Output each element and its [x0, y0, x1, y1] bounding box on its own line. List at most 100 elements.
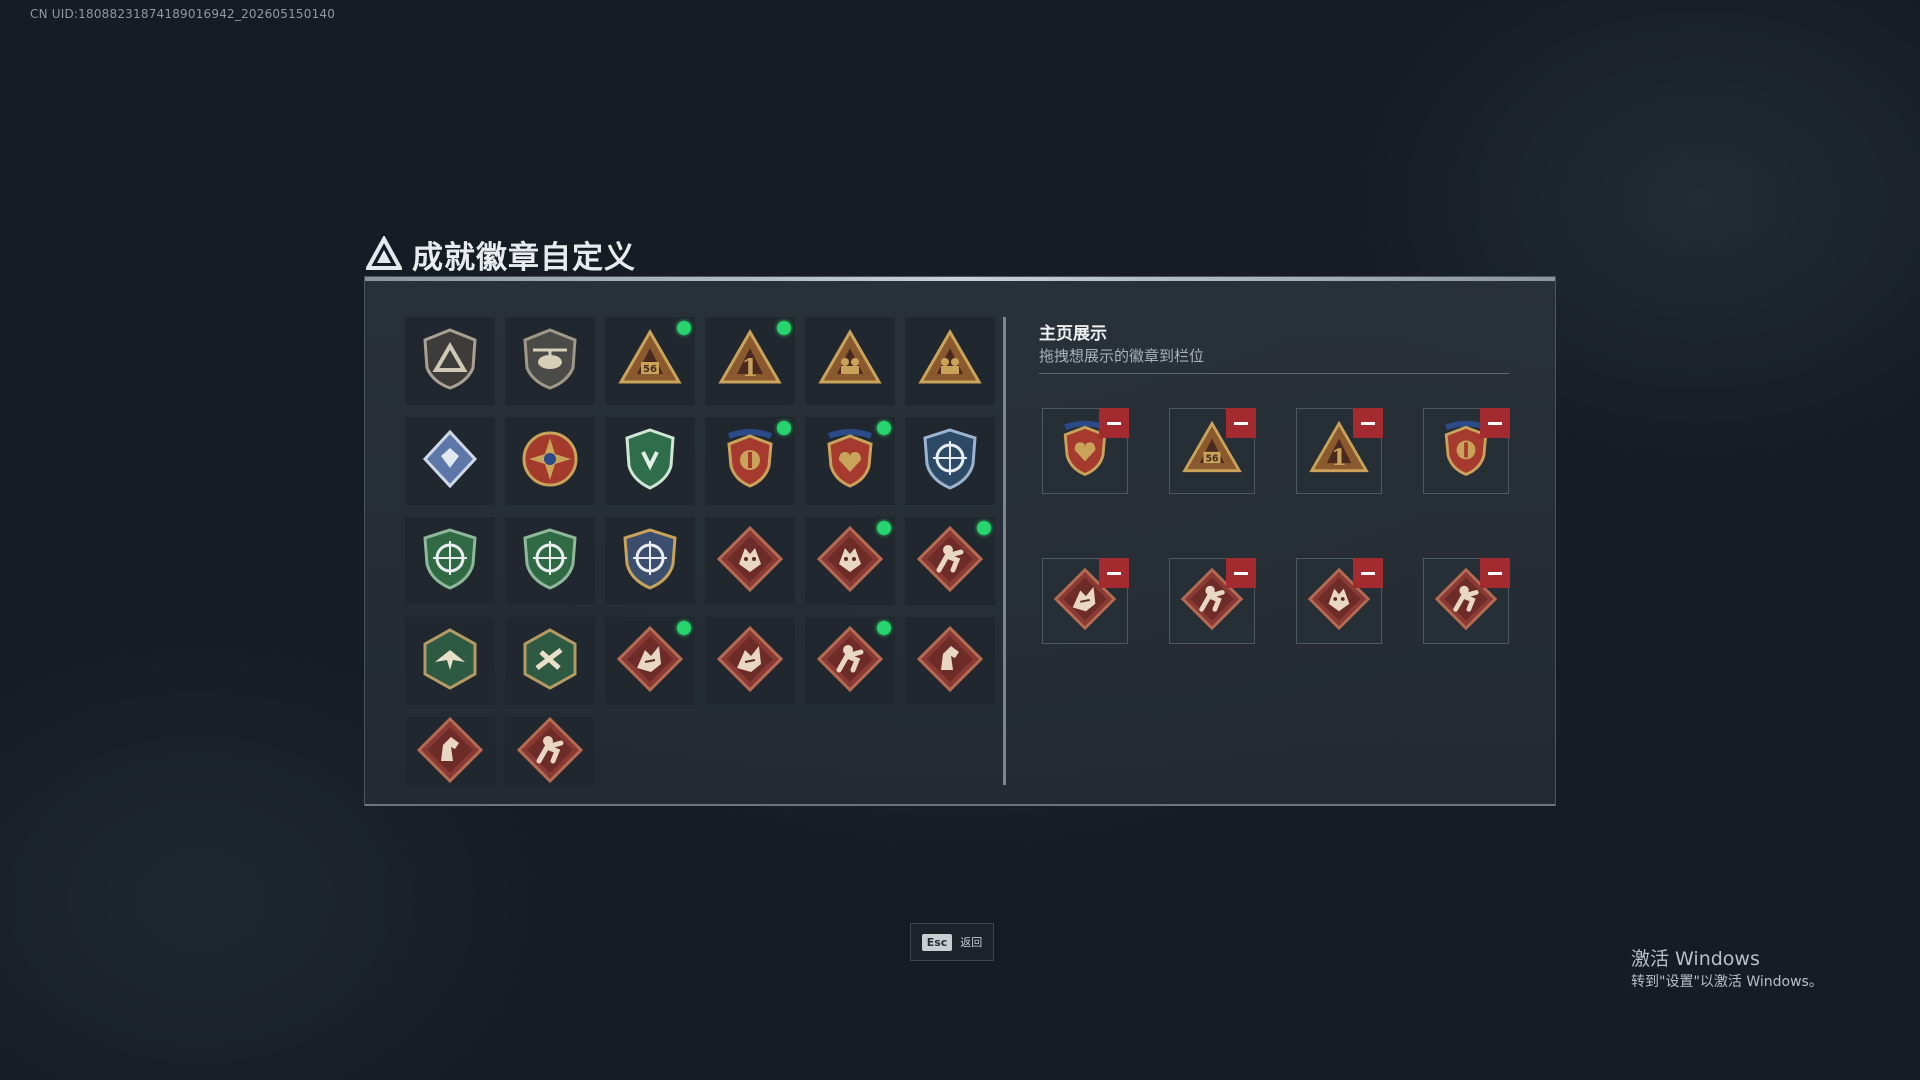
showcase-slot[interactable]: 56	[1169, 408, 1256, 494]
new-indicator-dot	[877, 521, 891, 535]
badge-tile[interactable]	[805, 617, 895, 705]
remove-badge-button[interactable]	[1099, 408, 1129, 438]
page-title: 成就徽章自定义	[412, 239, 636, 276]
triangle-56-icon: 56	[615, 324, 685, 398]
red-shield-medal-icon	[715, 424, 785, 498]
badge-tile[interactable]	[405, 317, 495, 405]
remove-badge-button[interactable]	[1353, 408, 1383, 438]
shield-triangle-icon	[415, 324, 485, 398]
page-header: 成就徽章自定义	[366, 232, 636, 276]
diamond-runner-icon	[915, 524, 985, 598]
diamond-runner-2-icon	[815, 624, 885, 698]
badge-tile[interactable]	[905, 517, 995, 605]
blue-diamond-icon	[415, 424, 485, 498]
windows-activation-title: 激活 Windows	[1631, 948, 1760, 970]
badge-tile[interactable]	[605, 617, 695, 705]
svg-text:56: 56	[1205, 453, 1219, 464]
showcase-slot[interactable]: 1	[1296, 408, 1383, 494]
minus-icon	[1107, 421, 1121, 425]
triangle-1-icon: 1	[715, 324, 785, 398]
back-button[interactable]: Esc 返回	[910, 923, 994, 961]
helicopter-shield-icon	[515, 324, 585, 398]
badge-tile[interactable]: 1	[705, 317, 795, 405]
showcase-slot[interactable]	[1042, 558, 1129, 644]
diamond-horse-icon	[915, 624, 985, 698]
green-shield-icon	[615, 424, 685, 498]
badge-tile[interactable]	[905, 417, 995, 505]
badge-tile[interactable]	[705, 417, 795, 505]
badge-tile[interactable]	[805, 417, 895, 505]
hex-eagle-icon	[415, 624, 485, 698]
showcase-slot[interactable]	[1169, 558, 1256, 644]
badge-tile[interactable]	[705, 517, 795, 605]
blue-crosshair-shield-icon	[915, 424, 985, 498]
minus-icon	[1107, 571, 1121, 575]
badge-tile[interactable]	[405, 716, 495, 787]
new-indicator-dot	[977, 521, 991, 535]
badge-tile[interactable]	[905, 617, 995, 705]
svg-text:1: 1	[1331, 445, 1347, 471]
remove-badge-button[interactable]	[1353, 558, 1383, 588]
remove-badge-button[interactable]	[1099, 558, 1129, 588]
diamond-tiger-icon	[815, 524, 885, 598]
showcase-slot[interactable]	[1042, 408, 1129, 494]
showcase-slot[interactable]	[1296, 558, 1383, 644]
red-shield-heart-icon	[815, 424, 885, 498]
star-compass-icon	[515, 424, 585, 498]
badge-tile[interactable]	[605, 517, 695, 605]
remove-badge-button[interactable]	[1226, 408, 1256, 438]
new-indicator-dot	[677, 321, 691, 335]
windows-activation-hint: 转到"设置"以激活 Windows。	[1631, 974, 1823, 990]
minus-icon	[1234, 571, 1248, 575]
badge-tile[interactable]	[605, 417, 695, 505]
remove-badge-button[interactable]	[1480, 408, 1510, 438]
gold-crosshair-shield-icon	[615, 524, 685, 598]
diamond-runner-3-icon	[515, 715, 585, 789]
remove-badge-button[interactable]	[1480, 558, 1510, 588]
svg-text:56: 56	[643, 364, 657, 375]
badge-tile[interactable]	[905, 317, 995, 405]
showcase-subtitle: 拖拽想展示的徽章到栏位	[1039, 347, 1205, 365]
minus-icon	[1488, 421, 1502, 425]
new-indicator-dot	[677, 621, 691, 635]
new-indicator-dot	[777, 321, 791, 335]
badge-tile[interactable]	[405, 517, 495, 605]
badge-tile[interactable]	[405, 417, 495, 505]
showcase-slot[interactable]	[1423, 408, 1510, 494]
new-indicator-dot	[877, 421, 891, 435]
badge-tile[interactable]	[505, 417, 595, 505]
panel-top-line	[365, 277, 1555, 281]
minus-icon	[1361, 421, 1375, 425]
svg-text:1: 1	[742, 353, 759, 382]
minus-icon	[1488, 571, 1502, 575]
triangle-soldiers-icon	[815, 324, 885, 398]
showcase-title: 主页展示	[1039, 324, 1107, 344]
badge-tile[interactable]	[405, 617, 495, 705]
showcase-rule	[1039, 373, 1509, 374]
badge-tile[interactable]	[505, 617, 595, 705]
back-label: 返回	[960, 936, 983, 949]
badge-tile[interactable]	[505, 715, 595, 789]
panel-divider[interactable]	[1003, 317, 1006, 785]
remove-badge-button[interactable]	[1226, 558, 1256, 588]
badge-tile[interactable]	[805, 517, 895, 605]
badge-tile[interactable]	[505, 517, 595, 605]
hex-drone-icon	[515, 624, 585, 698]
badge-tile[interactable]	[705, 617, 795, 705]
minus-icon	[1361, 571, 1375, 575]
esc-key: Esc	[921, 933, 953, 951]
new-indicator-dot	[777, 421, 791, 435]
triangle-soldiers-flag-icon	[915, 324, 985, 398]
green-crosshair-shield-icon	[415, 524, 485, 598]
diamond-wolf-icon	[715, 524, 785, 598]
badge-tile[interactable]	[505, 317, 595, 405]
new-indicator-dot	[877, 621, 891, 635]
diamond-dragon-icon	[615, 624, 685, 698]
panel-bottom-line	[365, 804, 1555, 806]
game-logo-icon	[366, 236, 402, 270]
green-crosshair-shield-2-icon	[515, 524, 585, 598]
badge-tile[interactable]	[805, 317, 895, 405]
diamond-dragon-2-icon	[715, 624, 785, 698]
showcase-slot[interactable]	[1423, 558, 1510, 644]
badge-tile[interactable]: 56	[605, 317, 695, 405]
